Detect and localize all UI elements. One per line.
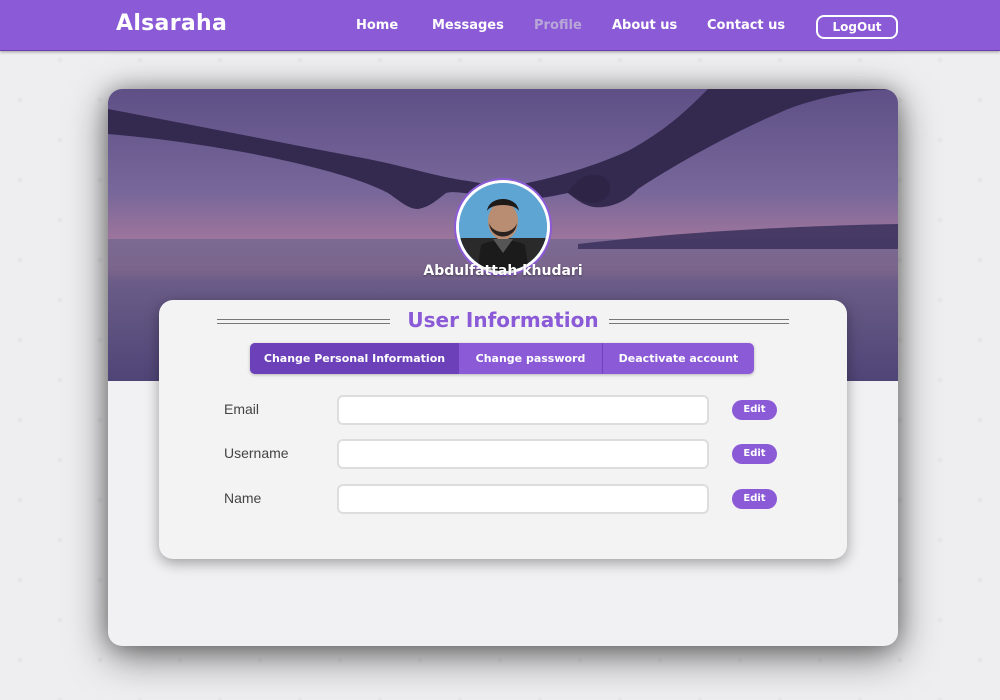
email-row: Email Edit bbox=[159, 395, 847, 425]
tab-deactivate-account[interactable]: Deactivate account bbox=[603, 343, 754, 374]
nav-messages[interactable]: Messages bbox=[432, 18, 504, 33]
edit-username-button[interactable]: Edit bbox=[732, 444, 777, 464]
name-field[interactable] bbox=[337, 484, 709, 514]
nav-home[interactable]: Home bbox=[356, 18, 398, 33]
logout-button[interactable]: LogOut bbox=[816, 15, 898, 39]
edit-email-button[interactable]: Edit bbox=[732, 400, 777, 420]
nav-contact-us[interactable]: Contact us bbox=[707, 18, 785, 33]
brand-logo[interactable]: Alsaraha bbox=[116, 11, 227, 36]
nav-about-us[interactable]: About us bbox=[612, 18, 677, 33]
edit-name-button[interactable]: Edit bbox=[732, 489, 777, 509]
nav-profile[interactable]: Profile bbox=[534, 18, 582, 33]
profile-name: Abdulfattah khudari bbox=[423, 263, 583, 279]
name-label: Name bbox=[224, 490, 262, 506]
settings-tabs: Change Personal Information Change passw… bbox=[250, 343, 754, 374]
user-information-panel: User Information Change Personal Informa… bbox=[159, 300, 847, 559]
name-row: Name Edit bbox=[159, 484, 847, 514]
tab-change-password[interactable]: Change password bbox=[459, 343, 603, 374]
username-row: Username Edit bbox=[159, 439, 847, 469]
username-field[interactable] bbox=[337, 439, 709, 469]
avatar[interactable] bbox=[456, 180, 550, 274]
avatar-photo-icon bbox=[459, 183, 547, 271]
email-field[interactable] bbox=[337, 395, 709, 425]
email-label: Email bbox=[224, 401, 260, 417]
username-label: Username bbox=[224, 445, 289, 461]
tab-change-personal-information[interactable]: Change Personal Information bbox=[250, 343, 459, 374]
panel-title: User Information bbox=[407, 308, 599, 332]
top-navbar: Alsaraha Home Messages Profile About us … bbox=[0, 0, 1000, 51]
